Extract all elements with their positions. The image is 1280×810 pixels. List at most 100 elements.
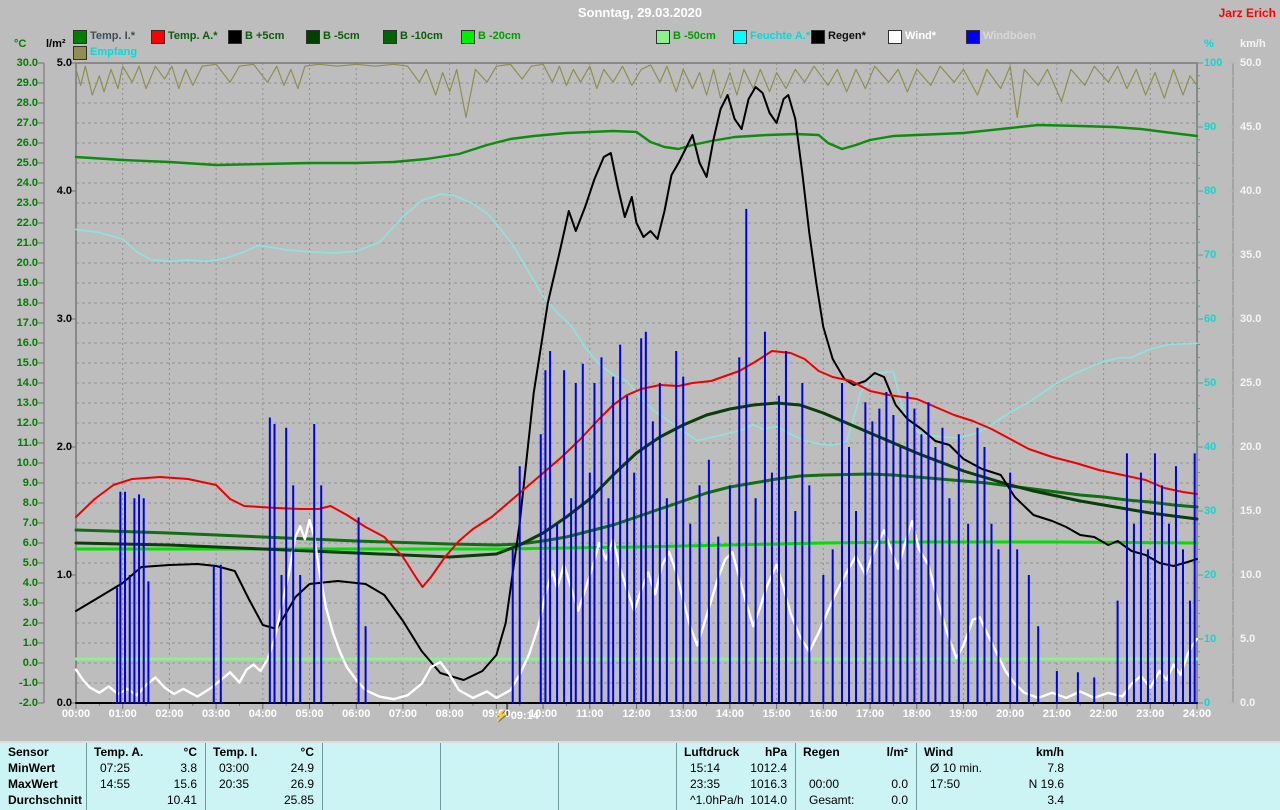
hour-label: 08:00: [430, 708, 470, 720]
hour-label: 00:00: [56, 708, 96, 720]
hour-label: 22:00: [1084, 708, 1124, 720]
celsius-tick-label: 0.0: [8, 657, 38, 669]
hour-label: 19:00: [943, 708, 983, 720]
hour-label: 07:00: [383, 708, 423, 720]
stat-cell-value: 3.8: [94, 761, 197, 776]
celsius-tick-label: 26.0: [8, 137, 38, 149]
celsius-tick-label: 11.0: [8, 437, 38, 449]
celsius-tick-label: 19.0: [8, 277, 38, 289]
hour-label: 02:00: [149, 708, 189, 720]
stats-table: SensorMinWertMaxWertDurchschnittTemp. A.…: [0, 741, 1280, 810]
celsius-tick-label: 13.0: [8, 397, 38, 409]
stat-cell-value: 15.6: [94, 777, 197, 792]
hour-label: 11:00: [570, 708, 610, 720]
table-divider: [916, 743, 917, 810]
stat-cell-value: 25.85: [213, 793, 314, 808]
stat-cell-value: 1012.4: [684, 761, 787, 776]
stat-cell-value: 0.0: [803, 777, 908, 792]
celsius-tick-label: 18.0: [8, 297, 38, 309]
stat-cell-value: 24.9: [213, 761, 314, 776]
lm2-tick-label: 2.0: [48, 441, 72, 453]
stat-col-unit: hPa: [684, 745, 787, 760]
pct-tick-label: 30: [1204, 505, 1216, 517]
hour-label: 06:00: [336, 708, 376, 720]
celsius-tick-label: 4.0: [8, 577, 38, 589]
celsius-tick-label: 2.0: [8, 617, 38, 629]
kmh-tick-label: 40.0: [1240, 185, 1261, 197]
celsius-tick-label: 27.0: [8, 117, 38, 129]
pct-tick-label: 70: [1204, 249, 1216, 261]
kmh-tick-label: 0.0: [1240, 697, 1255, 709]
table-divider: [205, 743, 206, 810]
hour-label: 04:00: [243, 708, 283, 720]
stat-cell-value: 7.8: [924, 761, 1064, 776]
kmh-tick-label: 45.0: [1240, 121, 1261, 133]
stat-cell-value: 3.4: [924, 793, 1064, 808]
celsius-tick-label: 7.0: [8, 517, 38, 529]
celsius-tick-label: 14.0: [8, 377, 38, 389]
pct-tick-label: 80: [1204, 185, 1216, 197]
stat-cell-value: 1016.3: [684, 777, 787, 792]
hour-label: 01:00: [103, 708, 143, 720]
hour-label: 12:00: [617, 708, 657, 720]
stat-row-label: MaxWert: [8, 777, 82, 792]
hour-label: 14:00: [710, 708, 750, 720]
time-cursor-marker[interactable]: ⚡ 09:14: [494, 709, 539, 722]
celsius-tick-label: -2.0: [8, 697, 38, 709]
lm2-tick-label: 4.0: [48, 185, 72, 197]
lm2-tick-label: 5.0: [48, 57, 72, 69]
hour-label: 13:00: [663, 708, 703, 720]
hour-label: 18:00: [897, 708, 937, 720]
table-divider: [676, 743, 677, 810]
stat-cell-value: 10.41: [94, 793, 197, 808]
table-divider: [558, 743, 559, 810]
stat-row-label: MinWert: [8, 761, 82, 776]
pct-tick-label: 90: [1204, 121, 1216, 133]
hour-label: 23:00: [1130, 708, 1170, 720]
hour-label: 05:00: [290, 708, 330, 720]
celsius-tick-label: 8.0: [8, 497, 38, 509]
cursor-time-label: 09:14: [511, 710, 539, 722]
celsius-tick-label: 23.0: [8, 197, 38, 209]
hour-label: 16:00: [803, 708, 843, 720]
kmh-tick-label: 10.0: [1240, 569, 1261, 581]
weather-station-window: Sonntag, 29.03.2020 Jarz Erich °C l/m² %…: [0, 0, 1280, 810]
stat-cell-value: 1014.0: [684, 793, 787, 808]
kmh-tick-label: 35.0: [1240, 249, 1261, 261]
celsius-tick-label: 30.0: [8, 57, 38, 69]
kmh-tick-label: 20.0: [1240, 441, 1261, 453]
lightning-cursor-icon: ⚡: [494, 710, 508, 722]
celsius-tick-label: 10.0: [8, 457, 38, 469]
celsius-tick-label: 25.0: [8, 157, 38, 169]
stat-col-unit: km/h: [924, 745, 1064, 760]
table-divider: [322, 743, 323, 810]
pct-tick-label: 50: [1204, 377, 1216, 389]
stat-col-unit: °C: [94, 745, 197, 760]
celsius-tick-label: 6.0: [8, 537, 38, 549]
celsius-tick-label: 29.0: [8, 77, 38, 89]
stat-cell-value: N 19.6: [924, 777, 1064, 792]
kmh-tick-label: 50.0: [1240, 57, 1261, 69]
lm2-tick-label: 3.0: [48, 313, 72, 325]
chart-plot-area[interactable]: [0, 0, 1280, 810]
celsius-tick-label: 5.0: [8, 557, 38, 569]
celsius-tick-label: 1.0: [8, 637, 38, 649]
celsius-tick-label: 22.0: [8, 217, 38, 229]
celsius-tick-label: 20.0: [8, 257, 38, 269]
hour-label: 15:00: [757, 708, 797, 720]
pct-tick-label: 40: [1204, 441, 1216, 453]
kmh-tick-label: 15.0: [1240, 505, 1261, 517]
hour-label: 03:00: [196, 708, 236, 720]
table-divider: [86, 743, 87, 810]
stat-col-unit: °C: [213, 745, 314, 760]
celsius-tick-label: 15.0: [8, 357, 38, 369]
celsius-tick-label: -1.0: [8, 677, 38, 689]
kmh-tick-label: 5.0: [1240, 633, 1255, 645]
celsius-tick-label: 3.0: [8, 597, 38, 609]
pct-tick-label: 100: [1204, 57, 1222, 69]
stat-col-unit: l/m²: [803, 745, 908, 760]
celsius-tick-label: 17.0: [8, 317, 38, 329]
pct-tick-label: 20: [1204, 569, 1216, 581]
table-divider: [440, 743, 441, 810]
kmh-tick-label: 30.0: [1240, 313, 1261, 325]
